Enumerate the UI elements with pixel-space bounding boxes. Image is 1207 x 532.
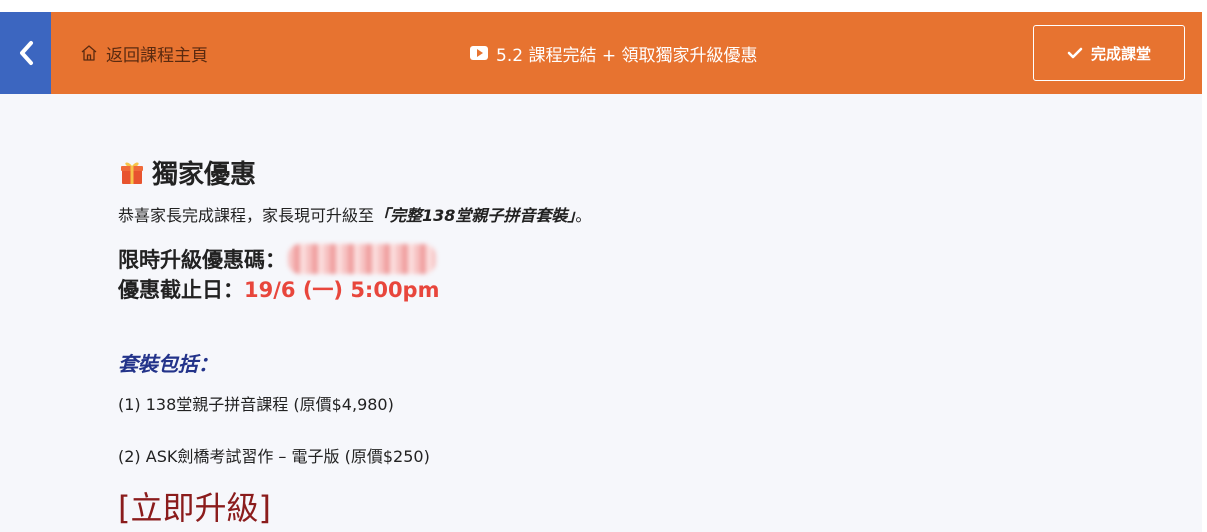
complete-lesson-label: 完成課堂 <box>1090 44 1151 63</box>
deadline-label: 優惠截止日： <box>118 278 244 302</box>
check-icon <box>1067 47 1083 59</box>
video-play-icon <box>470 46 488 60</box>
home-link[interactable]: 返回課程主頁 <box>80 12 208 94</box>
gift-icon <box>121 162 143 184</box>
congrats-text: 恭喜家長完成課程，家長現可升級至「完整138堂親子拼音套裝」。 <box>118 202 1118 226</box>
congrats-prefix: 恭喜家長完成課程，家長現可升級至 <box>118 206 375 225</box>
lesson-title-text: 5.2 課程完結 + 領取獨家升級優惠 <box>496 45 758 66</box>
package-item: (2) ASK劍橋考試習作 – 電子版 (原價$250) <box>118 447 430 466</box>
upgrade-now-link[interactable]: [立即升級] <box>118 483 271 529</box>
home-link-label: 返回課程主頁 <box>106 45 208 66</box>
deadline-value: 19/6 (一) 5:00pm <box>244 278 440 302</box>
offer-heading: 獨家優惠 <box>118 150 1118 194</box>
page-edge <box>1202 0 1207 532</box>
back-button[interactable] <box>0 12 51 94</box>
home-icon <box>81 45 97 61</box>
offer-title: 獨家優惠 <box>152 159 257 190</box>
promo-code-line: 限時升級優惠碼： <box>118 244 1118 274</box>
top-strip <box>0 0 1207 12</box>
congrats-suffix: 。 <box>575 206 592 225</box>
package-item: (1) 138堂親子拼音課程 (原價$4,980) <box>118 395 394 414</box>
deadline-line: 優惠截止日：19/6 (一) 5:00pm <box>118 274 1118 304</box>
redacted-promo-code <box>288 244 436 274</box>
lesson-header: 返回課程主頁 5.2 課程完結 + 領取獨家升級優惠 完成課堂 <box>0 12 1202 94</box>
promo-code-label: 限時升級優惠碼： <box>118 248 286 272</box>
complete-lesson-button[interactable]: 完成課堂 <box>1033 25 1185 81</box>
lesson-content: 獨家優惠 恭喜家長完成課程，家長現可升級至「完整138堂親子拼音套裝」。 限時升… <box>118 150 1118 529</box>
package-name: 「完整138堂親子拼音套裝」 <box>374 206 576 225</box>
chevron-left-icon <box>19 41 33 65</box>
includes-heading: 套裝包括： <box>118 352 218 376</box>
lesson-title: 5.2 課程完結 + 領取獨家升級優惠 <box>470 12 758 94</box>
